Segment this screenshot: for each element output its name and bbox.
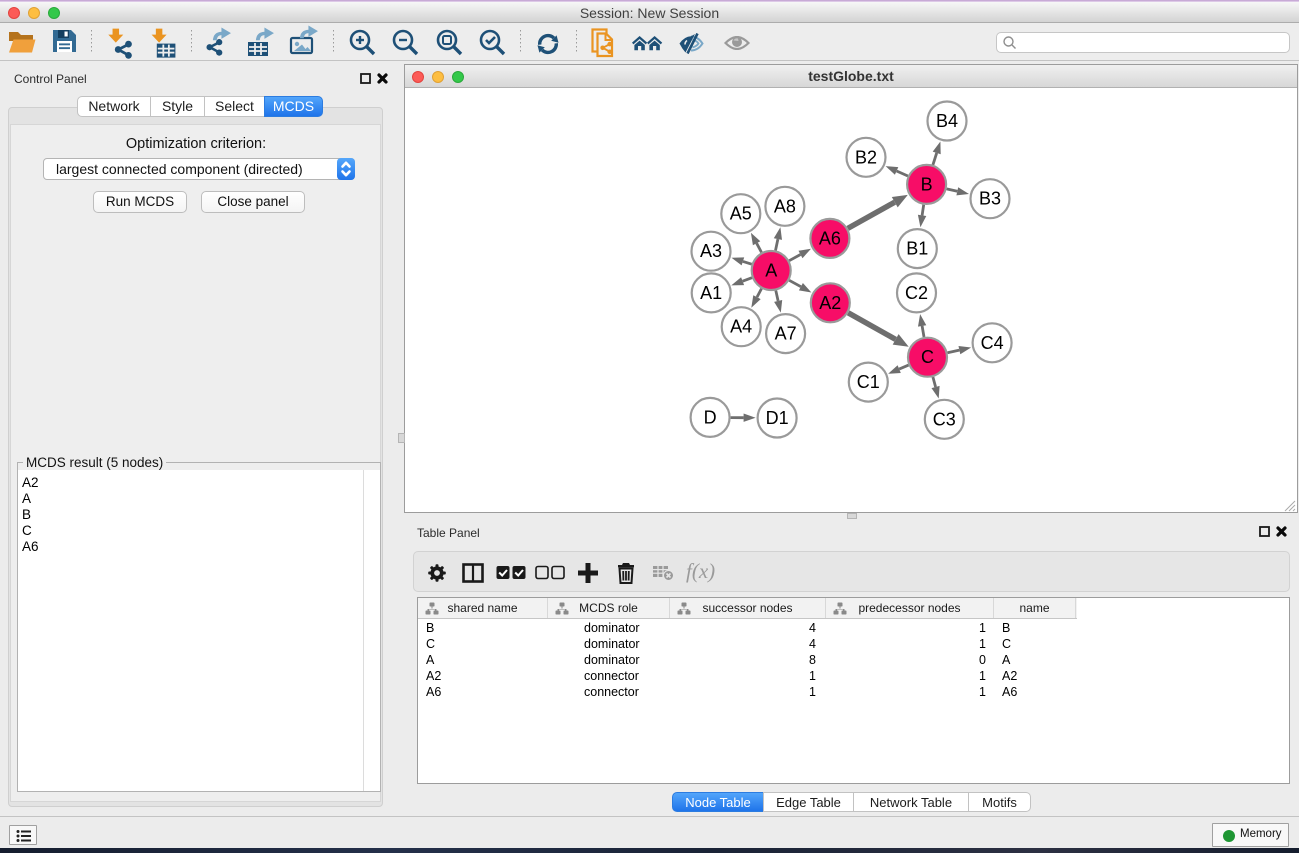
- svg-text:B2: B2: [855, 147, 877, 167]
- svg-text:B4: B4: [936, 111, 958, 131]
- svg-text:A3: A3: [700, 241, 722, 261]
- svg-text:A4: A4: [730, 317, 752, 337]
- svg-text:A1: A1: [700, 283, 722, 303]
- svg-text:A7: A7: [775, 324, 797, 344]
- svg-text:B1: B1: [906, 239, 928, 259]
- svg-text:C4: C4: [981, 333, 1004, 353]
- svg-text:A2: A2: [819, 293, 841, 313]
- svg-text:D: D: [704, 407, 717, 427]
- svg-text:C2: C2: [905, 283, 928, 303]
- svg-text:A6: A6: [819, 228, 841, 248]
- svg-text:B: B: [921, 174, 933, 194]
- svg-text:A5: A5: [730, 204, 752, 224]
- svg-text:D1: D1: [766, 408, 789, 428]
- svg-text:C: C: [921, 347, 934, 367]
- svg-text:A8: A8: [774, 196, 796, 216]
- svg-text:A: A: [765, 261, 777, 281]
- svg-text:C1: C1: [857, 372, 880, 392]
- svg-text:B3: B3: [979, 189, 1001, 209]
- svg-text:C3: C3: [933, 409, 956, 429]
